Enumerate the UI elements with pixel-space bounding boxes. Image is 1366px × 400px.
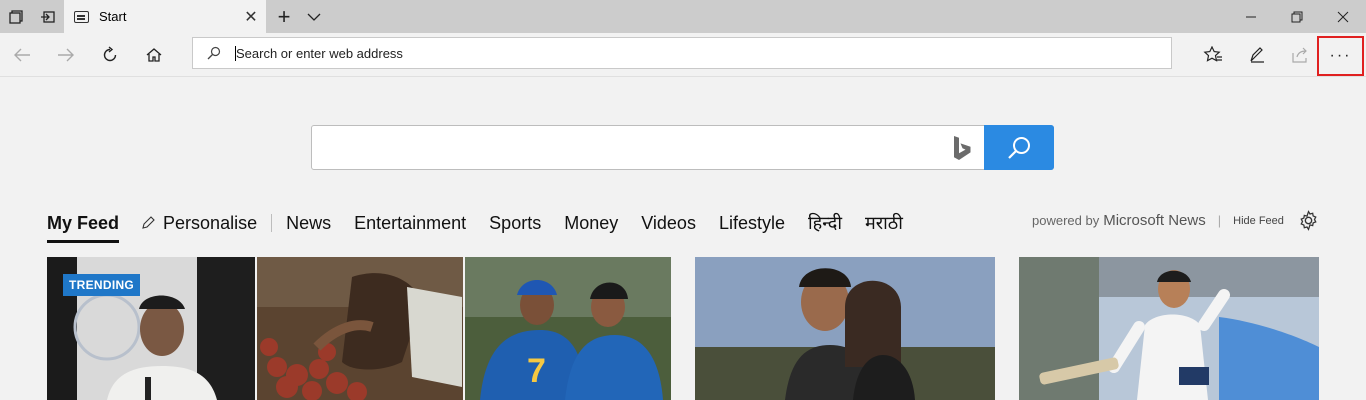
powered-by: powered by Microsoft News | Hide Feed bbox=[1032, 212, 1284, 229]
feed-navigation: My Feed Personalise News Entertainment S… bbox=[47, 208, 926, 243]
navigation-bar: Search or enter web address ··· bbox=[0, 33, 1366, 77]
share-icon bbox=[1292, 47, 1307, 63]
tab-marathi[interactable]: मराठी bbox=[865, 211, 903, 235]
news-card-trending[interactable]: TRENDING bbox=[47, 257, 255, 400]
bing-search-box[interactable] bbox=[311, 125, 1054, 170]
back-button[interactable] bbox=[0, 33, 44, 76]
tab-money[interactable]: Money bbox=[564, 213, 618, 234]
title-bar: Start ✕ + bbox=[0, 0, 1366, 33]
address-placeholder[interactable]: Search or enter web address bbox=[236, 46, 403, 61]
tab-sports[interactable]: Sports bbox=[489, 213, 541, 234]
search-icon bbox=[1008, 136, 1030, 159]
tab-title: Start bbox=[99, 9, 127, 24]
feed-settings-gear-icon[interactable] bbox=[1298, 210, 1319, 231]
tab-personalise[interactable]: Personalise bbox=[142, 213, 257, 234]
tab-hindi[interactable]: हिन्दी bbox=[808, 211, 842, 235]
share-button[interactable] bbox=[1278, 33, 1322, 76]
hide-feed-link[interactable]: Hide Feed bbox=[1233, 215, 1284, 227]
home-icon bbox=[146, 47, 162, 62]
home-button[interactable] bbox=[132, 33, 176, 76]
trending-badge: TRENDING bbox=[63, 274, 141, 296]
tab-start[interactable]: Start ✕ bbox=[64, 0, 266, 33]
divider: | bbox=[1217, 213, 1222, 228]
search-icon bbox=[207, 46, 221, 60]
tab-my-feed[interactable]: My Feed bbox=[47, 213, 120, 243]
minimize-button[interactable] bbox=[1228, 0, 1274, 33]
tab-list-chevron-icon[interactable] bbox=[300, 0, 328, 33]
news-card[interactable] bbox=[695, 257, 995, 400]
news-card[interactable]: 7 bbox=[465, 257, 671, 400]
powered-by-prefix: powered by bbox=[1032, 213, 1100, 228]
tab-personalise-label: Personalise bbox=[163, 212, 258, 233]
favorites-button[interactable] bbox=[1191, 33, 1235, 76]
close-window-button[interactable] bbox=[1320, 0, 1366, 33]
news-image bbox=[695, 257, 995, 400]
tab-close-icon[interactable]: ✕ bbox=[236, 7, 266, 27]
address-bar[interactable]: Search or enter web address bbox=[192, 37, 1172, 69]
new-tab-button[interactable]: + bbox=[268, 0, 300, 33]
refresh-icon bbox=[103, 45, 117, 61]
news-image bbox=[257, 257, 463, 400]
start-page-icon bbox=[74, 10, 89, 23]
tab-news[interactable]: News bbox=[286, 213, 331, 234]
pencil-icon bbox=[142, 213, 155, 234]
news-card[interactable] bbox=[1019, 257, 1319, 400]
notes-button[interactable] bbox=[1235, 33, 1279, 76]
forward-button[interactable] bbox=[44, 33, 88, 76]
divider bbox=[271, 214, 273, 232]
refresh-button[interactable] bbox=[88, 33, 132, 76]
settings-and-more-button[interactable]: ··· bbox=[1317, 36, 1364, 76]
tab-lifestyle[interactable]: Lifestyle bbox=[719, 213, 785, 234]
news-image: 7 bbox=[465, 257, 671, 400]
favorites-star-icon bbox=[1203, 45, 1222, 62]
set-tabs-aside-icon[interactable] bbox=[32, 0, 64, 33]
restore-button[interactable] bbox=[1274, 0, 1320, 33]
back-arrow-icon bbox=[14, 48, 30, 61]
news-card[interactable] bbox=[257, 257, 463, 400]
bing-logo-icon bbox=[954, 136, 971, 160]
search-submit-button[interactable] bbox=[984, 125, 1054, 170]
tab-entertainment[interactable]: Entertainment bbox=[354, 213, 466, 234]
tab-manager-icon[interactable] bbox=[0, 0, 32, 33]
microsoft-news-link[interactable]: Microsoft News bbox=[1103, 212, 1206, 229]
tab-videos[interactable]: Videos bbox=[641, 213, 696, 234]
pen-icon bbox=[1250, 46, 1264, 63]
svg-text:7: 7 bbox=[527, 352, 546, 390]
news-image bbox=[1019, 257, 1319, 400]
forward-arrow-icon bbox=[58, 48, 74, 61]
